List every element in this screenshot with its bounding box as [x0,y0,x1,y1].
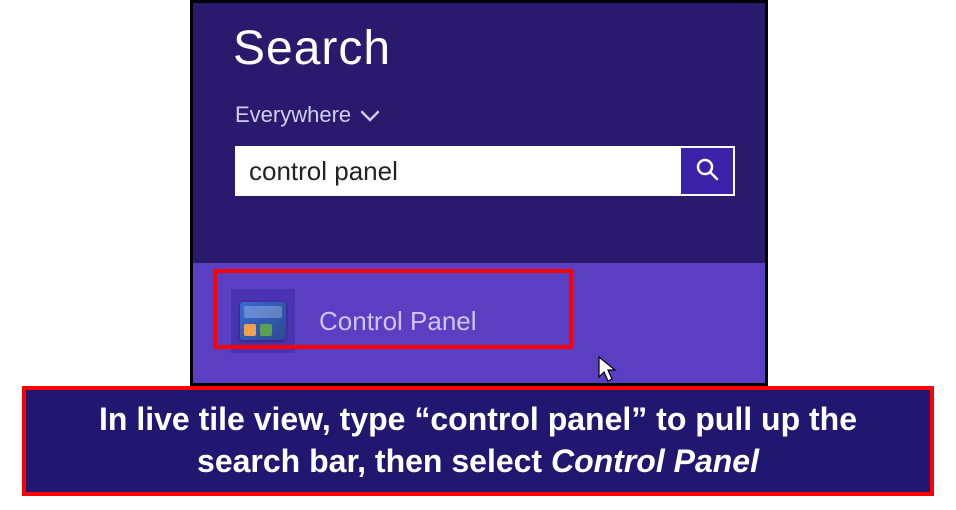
search-charm-panel: Search Everywhere Control Panel [190,0,768,386]
search-title: Search [193,3,765,76]
search-scope-dropdown[interactable]: Everywhere [193,76,765,128]
cursor-icon [597,355,619,386]
search-row [235,146,735,196]
search-input[interactable] [235,146,679,196]
result-icon-tile [231,289,295,353]
caption-em: Control Panel [551,443,759,479]
chevron-down-icon [361,102,379,128]
search-icon [694,156,720,187]
result-item-control-panel[interactable]: Control Panel [227,285,481,357]
search-scope-label: Everywhere [235,102,351,128]
search-results-area: Control Panel [193,263,765,383]
instruction-caption: In live tile view, type “control panel” … [22,386,934,496]
result-label: Control Panel [319,306,477,337]
control-panel-icon [240,302,286,340]
search-button[interactable] [679,146,735,196]
